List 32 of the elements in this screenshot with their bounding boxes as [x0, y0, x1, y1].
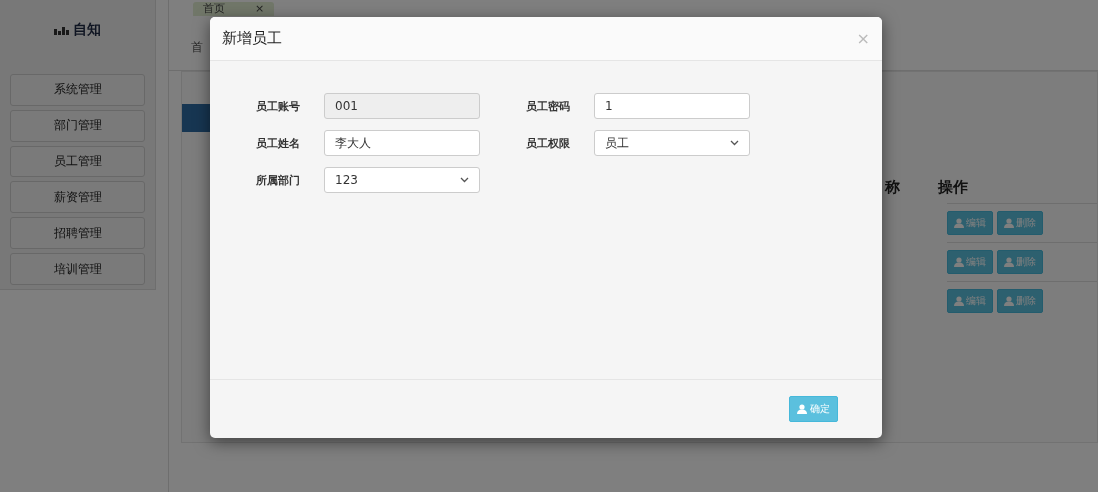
breadcrumb: 首: [191, 39, 203, 56]
chevron-down-icon: [460, 177, 469, 183]
sidebar-item[interactable]: 部门管理: [10, 109, 145, 142]
select-field[interactable]: 员工: [594, 130, 750, 156]
user-icon: [1004, 296, 1014, 306]
column-header: 称: [885, 178, 900, 197]
page-tab[interactable]: 首页 ×: [193, 2, 275, 16]
logo-bars-icon: [54, 24, 70, 35]
field-label: 员工姓名: [256, 135, 301, 151]
field-label: 员工密码: [526, 98, 571, 114]
logo-text: 自知: [73, 20, 101, 39]
field-label: 员工权限: [526, 135, 571, 151]
user-icon: [954, 257, 964, 267]
select-field[interactable]: 123: [324, 167, 480, 193]
sidebar-item[interactable]: 员工管理: [10, 145, 145, 178]
sidebar-item[interactable]: 培训管理: [10, 253, 145, 285]
input-field[interactable]: 1: [594, 93, 750, 119]
sidebar-item[interactable]: 系统管理: [10, 73, 145, 106]
user-icon: [954, 296, 964, 306]
user-icon: [797, 404, 807, 414]
field-label: 所属部门: [256, 172, 301, 188]
sidebar-item[interactable]: 薪资管理: [10, 181, 145, 214]
field-label: 员工账号: [256, 98, 301, 114]
column-header: 操作: [938, 178, 968, 197]
active-bar: [182, 104, 212, 132]
input-field[interactable]: 李大人: [324, 130, 480, 156]
user-icon: [1004, 218, 1014, 228]
user-icon: [1004, 257, 1014, 267]
sidebar-item[interactable]: 招聘管理: [10, 217, 145, 250]
dialog-title: 新增员工: [222, 29, 282, 48]
user-icon: [954, 218, 964, 228]
chevron-down-icon: [730, 140, 739, 146]
